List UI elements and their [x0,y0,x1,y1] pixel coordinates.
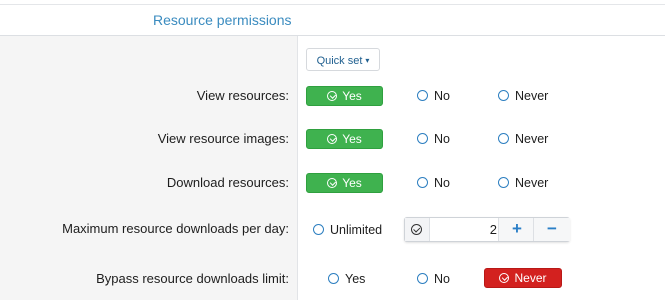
bypass-no-radio[interactable]: No [417,271,450,287]
quick-set-button[interactable]: Quick set ▾ [306,48,380,71]
control-column [298,36,665,300]
never-label: Never [515,176,549,190]
check-circle-icon [327,91,338,101]
check-circle-icon [327,178,338,188]
radio-icon [417,90,428,101]
yes-label: Yes [342,89,362,103]
view-images-no-radio[interactable]: No [417,131,450,147]
label-column [0,36,298,300]
radio-icon [498,133,509,144]
radio-icon [328,273,339,284]
section-title: Resource permissions [153,12,292,28]
row-label-view-resources: View resources: [196,88,289,103]
radio-icon [498,177,509,188]
never-label: Never [515,89,549,103]
check-circle-icon [499,273,510,283]
radio-icon [313,224,324,235]
never-label: Never [515,132,549,146]
download-never-radio[interactable]: Never [498,175,548,191]
no-label: No [434,132,450,146]
chevron-down-icon: ▾ [365,56,370,65]
quick-set-label: Quick set [316,55,363,67]
yes-label: Yes [345,272,366,286]
no-label: No [434,89,450,103]
radio-icon [417,273,428,284]
check-circle-icon [411,224,422,235]
yes-label: Yes [342,176,362,190]
view-resources-yes-button[interactable]: Yes [306,86,383,106]
row-label-bypass-limit: Bypass resource downloads limit: [96,271,289,286]
view-resources-never-radio[interactable]: Never [498,88,548,104]
bypass-yes-radio[interactable]: Yes [328,271,365,287]
row-label-view-resource-images: View resource images: [157,131,289,146]
radio-icon [417,177,428,188]
max-downloads-stepper[interactable]: 2 + − [404,217,570,242]
view-images-never-radio[interactable]: Never [498,131,548,147]
minus-icon[interactable]: − [533,218,570,241]
never-label: Never [514,271,547,285]
max-downloads-value[interactable]: 2 [430,218,497,241]
unlimited-radio[interactable]: Unlimited [313,222,382,238]
radio-icon [417,133,428,144]
bypass-never-button[interactable]: Never [484,268,562,288]
plus-icon[interactable]: + [498,218,535,241]
unlimited-label: Unlimited [330,223,383,237]
yes-label: Yes [342,132,362,146]
row-label-download-resources: Download resources: [166,175,289,190]
view-resources-no-radio[interactable]: No [417,88,450,104]
row-label-max-downloads: Maximum resource downloads per day: [62,221,289,236]
download-yes-button[interactable]: Yes [306,173,383,193]
download-no-radio[interactable]: No [417,175,450,191]
limit-toggle[interactable] [405,218,430,241]
radio-icon [498,90,509,101]
view-images-yes-button[interactable]: Yes [306,129,383,149]
no-label: No [434,176,450,190]
check-circle-icon [327,134,338,144]
no-label: No [434,272,450,286]
section-header: Resource permissions [0,5,665,36]
